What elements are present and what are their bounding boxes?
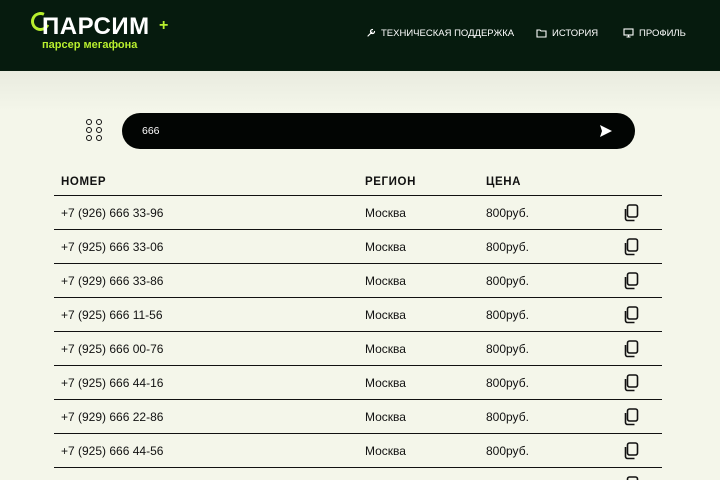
row-number: +7 (926) 666 33-96 (61, 206, 164, 220)
row-number: +7 (925) 666 11-56 (61, 308, 163, 322)
nav-history-label: ИСТОРИЯ (552, 27, 599, 39)
copy-icon[interactable] (623, 340, 639, 358)
numbers-table: НОМЕР РЕГИОН ЦЕНА +7 (926) 666 33-96 Моск… (54, 172, 662, 480)
grid-menu-icon[interactable] (86, 119, 106, 145)
header-bar: ПАРСИМ + парсер мегафона ТЕХНИЧЕСКАЯ ПОД… (0, 0, 720, 71)
table-row: +7 (925) 666 00-76 Москва 800руб. (54, 332, 662, 366)
row-region: Москва (365, 240, 406, 254)
copy-icon[interactable] (623, 204, 639, 222)
row-price: 800руб. (486, 376, 529, 390)
header-price[interactable]: ЦЕНА (486, 176, 521, 188)
row-region: Москва (365, 410, 406, 424)
wrench-icon (367, 28, 376, 37)
header-shadow (0, 71, 720, 111)
table-row (54, 468, 662, 480)
table-row: +7 (925) 666 44-56 Москва 800руб. (54, 434, 662, 468)
table-row: +7 (926) 666 33-96 Москва 800руб. (54, 196, 662, 230)
row-price: 800руб. (486, 206, 529, 220)
table-row: +7 (925) 666 33-06 Москва 800руб. (54, 230, 662, 264)
copy-icon[interactable] (623, 374, 639, 392)
search-input[interactable] (142, 121, 582, 141)
row-price: 800руб. (486, 444, 529, 458)
copy-icon[interactable] (623, 238, 639, 256)
row-region: Москва (365, 274, 406, 288)
table-row: +7 (925) 666 11-56 Москва 800руб. (54, 298, 662, 332)
row-price: 800руб. (486, 240, 529, 254)
row-number: +7 (929) 666 33-86 (61, 274, 164, 288)
table-header: НОМЕР РЕГИОН ЦЕНА (54, 172, 662, 196)
logo[interactable]: ПАРСИМ + парсер мегафона (28, 9, 178, 51)
row-region: Москва (365, 444, 406, 458)
row-price: 800руб. (486, 342, 529, 356)
row-number: +7 (925) 666 44-16 (61, 376, 164, 390)
nav-history[interactable]: ИСТОРИЯ (536, 26, 598, 40)
header-number[interactable]: НОМЕР (61, 176, 106, 188)
table-row: +7 (929) 666 22-86 Москва 800руб. (54, 400, 662, 434)
copy-icon[interactable] (623, 476, 639, 480)
row-number: +7 (929) 666 22-86 (61, 410, 164, 424)
search-bar (122, 113, 635, 149)
row-region: Москва (365, 342, 406, 356)
logo-plus-icon: + (159, 17, 169, 34)
monitor-icon (623, 28, 634, 38)
row-number: +7 (925) 666 33-06 (61, 240, 164, 254)
send-icon[interactable] (598, 123, 614, 139)
row-number: +7 (925) 666 44-56 (61, 444, 164, 458)
row-price: 800руб. (486, 308, 529, 322)
row-region: Москва (365, 308, 406, 322)
nav-profile-label: ПРОФИЛЬ (639, 27, 686, 39)
copy-icon[interactable] (623, 408, 639, 426)
copy-icon[interactable] (623, 306, 639, 324)
logo-subtitle: парсер мегафона (42, 39, 138, 51)
logo-title: ПАРСИМ (42, 13, 150, 40)
row-region: Москва (365, 206, 406, 220)
row-price: 800руб. (486, 274, 529, 288)
folder-icon (536, 29, 547, 38)
header-region[interactable]: РЕГИОН (365, 176, 416, 188)
nav-support[interactable]: ТЕХНИЧЕСКАЯ ПОДДЕРЖКА (366, 26, 514, 40)
row-number: +7 (925) 666 00-76 (61, 342, 164, 356)
row-region: Москва (365, 376, 406, 390)
row-price: 800руб. (486, 410, 529, 424)
table-row: +7 (925) 666 44-16 Москва 800руб. (54, 366, 662, 400)
table-row: +7 (929) 666 33-86 Москва 800руб. (54, 264, 662, 298)
nav-support-label: ТЕХНИЧЕСКАЯ ПОДДЕРЖКА (381, 27, 515, 39)
copy-icon[interactable] (623, 442, 639, 460)
nav-profile[interactable]: ПРОФИЛЬ (623, 26, 686, 40)
copy-icon[interactable] (623, 272, 639, 290)
